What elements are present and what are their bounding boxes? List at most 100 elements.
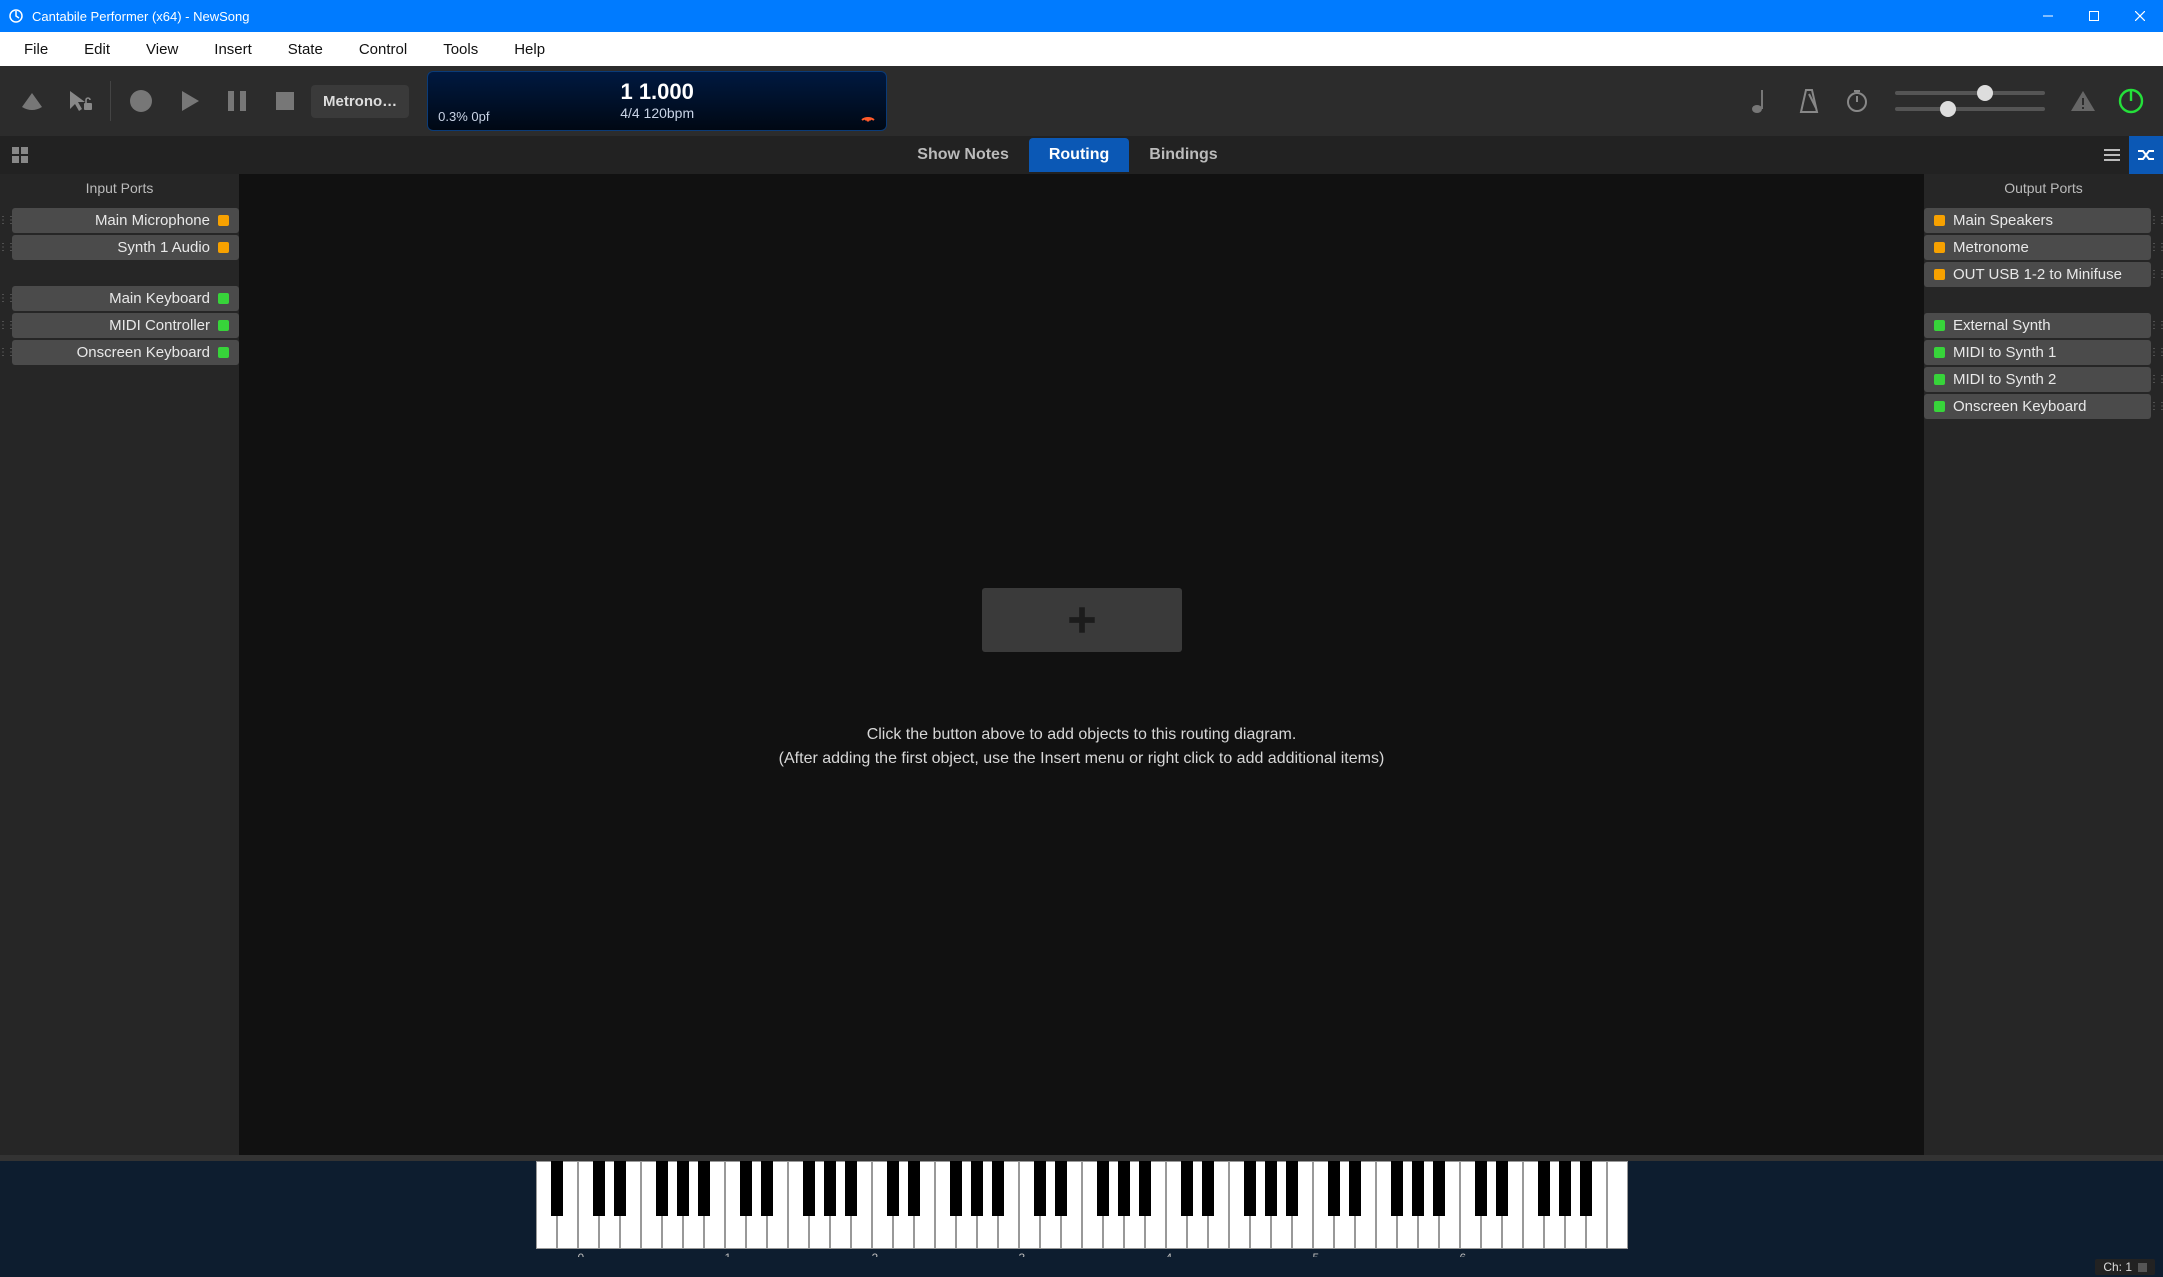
drag-handle-icon[interactable]: ⋮⋮	[2151, 401, 2163, 412]
drag-handle-icon[interactable]: ⋮⋮	[2151, 320, 2163, 331]
routing-canvas[interactable]: Click the button above to add objects to…	[240, 174, 1923, 1155]
menu-view[interactable]: View	[128, 35, 196, 64]
menu-tools[interactable]: Tools	[425, 35, 496, 64]
black-key[interactable]	[908, 1161, 920, 1216]
list-view-button[interactable]	[2095, 136, 2129, 174]
menu-insert[interactable]: Insert	[196, 35, 270, 64]
play-button[interactable]	[167, 77, 211, 125]
menu-help[interactable]: Help	[496, 35, 563, 64]
black-key[interactable]	[1181, 1161, 1193, 1216]
white-key[interactable]	[1607, 1161, 1628, 1249]
record-button[interactable]	[119, 77, 163, 125]
port-row[interactable]: ⋮⋮Main Keyboard	[0, 286, 239, 311]
black-key[interactable]	[950, 1161, 962, 1216]
black-key[interactable]	[1412, 1161, 1424, 1216]
black-key[interactable]	[1328, 1161, 1340, 1216]
black-key[interactable]	[1349, 1161, 1361, 1216]
drag-handle-icon[interactable]: ⋮⋮	[0, 293, 12, 304]
midi-channel-indicator[interactable]: Ch: 1	[2095, 1259, 2155, 1275]
drag-handle-icon[interactable]: ⋮⋮	[2151, 215, 2163, 226]
black-key[interactable]	[1265, 1161, 1277, 1216]
black-key[interactable]	[845, 1161, 857, 1216]
drag-handle-icon[interactable]: ⋮⋮	[2151, 269, 2163, 280]
black-key[interactable]	[1475, 1161, 1487, 1216]
black-key[interactable]	[1286, 1161, 1298, 1216]
warning-icon[interactable]	[2061, 77, 2105, 125]
input-gain-slider[interactable]	[1895, 107, 2045, 111]
black-key[interactable]	[614, 1161, 626, 1216]
port-row[interactable]: ⋮⋮Synth 1 Audio	[0, 235, 239, 260]
drag-handle-icon[interactable]: ⋮⋮	[0, 215, 12, 226]
black-key[interactable]	[740, 1161, 752, 1216]
drag-handle-icon[interactable]: ⋮⋮	[2151, 242, 2163, 253]
stop-button[interactable]	[263, 77, 307, 125]
port-label: MIDI Controller	[109, 317, 210, 334]
black-key[interactable]	[1097, 1161, 1109, 1216]
power-button[interactable]	[2109, 77, 2153, 125]
output-gain-slider[interactable]	[1895, 91, 2045, 95]
note-icon[interactable]	[1739, 77, 1783, 125]
tab-routing[interactable]: Routing	[1029, 138, 1129, 172]
black-key[interactable]	[656, 1161, 668, 1216]
black-key[interactable]	[1202, 1161, 1214, 1216]
black-key[interactable]	[887, 1161, 899, 1216]
close-button[interactable]	[2117, 0, 2163, 32]
port-row[interactable]: ⋮⋮Main Microphone	[0, 208, 239, 233]
pointer-unlock-button[interactable]	[58, 77, 102, 125]
black-key[interactable]	[1055, 1161, 1067, 1216]
black-key[interactable]	[1391, 1161, 1403, 1216]
port-row[interactable]: MIDI to Synth 2⋮⋮	[1924, 367, 2163, 392]
black-key[interactable]	[1433, 1161, 1445, 1216]
black-key[interactable]	[761, 1161, 773, 1216]
black-key[interactable]	[551, 1161, 563, 1216]
port-row[interactable]: Main Speakers⋮⋮	[1924, 208, 2163, 233]
black-key[interactable]	[1580, 1161, 1592, 1216]
grid-view-button[interactable]	[0, 136, 40, 174]
black-key[interactable]	[1034, 1161, 1046, 1216]
maximize-button[interactable]	[2071, 0, 2117, 32]
metronome-preset-button[interactable]: Metrono…	[311, 85, 409, 118]
black-key[interactable]	[1118, 1161, 1130, 1216]
menu-state[interactable]: State	[270, 35, 341, 64]
timer-icon[interactable]	[1835, 77, 1879, 125]
port-row[interactable]: Metronome⋮⋮	[1924, 235, 2163, 260]
menu-file[interactable]: File	[6, 35, 66, 64]
black-key[interactable]	[593, 1161, 605, 1216]
black-key[interactable]	[1139, 1161, 1151, 1216]
black-key[interactable]	[992, 1161, 1004, 1216]
menu-edit[interactable]: Edit	[66, 35, 128, 64]
drag-handle-icon[interactable]: ⋮⋮	[2151, 347, 2163, 358]
diagram-view-button[interactable]	[2129, 136, 2163, 174]
minimize-button[interactable]	[2025, 0, 2071, 32]
pause-button[interactable]	[215, 77, 259, 125]
live-mode-button[interactable]	[10, 77, 54, 125]
drag-handle-icon[interactable]: ⋮⋮	[0, 347, 12, 358]
port-row[interactable]: ⋮⋮ MIDI Controller	[0, 313, 239, 338]
port-row[interactable]: OUT USB 1-2 to Minifuse⋮⋮	[1924, 262, 2163, 287]
black-key[interactable]	[1244, 1161, 1256, 1216]
port-row[interactable]: Onscreen Keyboard⋮⋮	[1924, 394, 2163, 419]
input-ports-column: Input Ports ⋮⋮Main Microphone⋮⋮Synth 1 A…	[0, 174, 240, 1155]
drag-handle-icon[interactable]: ⋮⋮	[0, 242, 12, 253]
port-row[interactable]: External Synth⋮⋮	[1924, 313, 2163, 338]
drag-handle-icon[interactable]: ⋮⋮	[2151, 374, 2163, 385]
black-key[interactable]	[824, 1161, 836, 1216]
black-key[interactable]	[1559, 1161, 1571, 1216]
transport-display[interactable]: 1 1.000 4/4 120bpm 0.3% 0pf	[427, 71, 887, 131]
black-key[interactable]	[677, 1161, 689, 1216]
metronome-icon[interactable]	[1787, 77, 1831, 125]
tab-show-notes[interactable]: Show Notes	[897, 138, 1029, 172]
tab-bindings[interactable]: Bindings	[1129, 138, 1237, 172]
port-row[interactable]: MIDI to Synth 1⋮⋮	[1924, 340, 2163, 365]
onscreen-keyboard[interactable]: 0123456	[536, 1161, 1628, 1249]
black-key[interactable]	[1538, 1161, 1550, 1216]
black-key[interactable]	[698, 1161, 710, 1216]
black-key[interactable]	[971, 1161, 983, 1216]
network-icon	[860, 108, 876, 122]
drag-handle-icon[interactable]: ⋮⋮	[0, 320, 12, 331]
port-row[interactable]: ⋮⋮Onscreen Keyboard	[0, 340, 239, 365]
menu-control[interactable]: Control	[341, 35, 425, 64]
black-key[interactable]	[1496, 1161, 1508, 1216]
black-key[interactable]	[803, 1161, 815, 1216]
add-object-button[interactable]	[982, 588, 1182, 652]
